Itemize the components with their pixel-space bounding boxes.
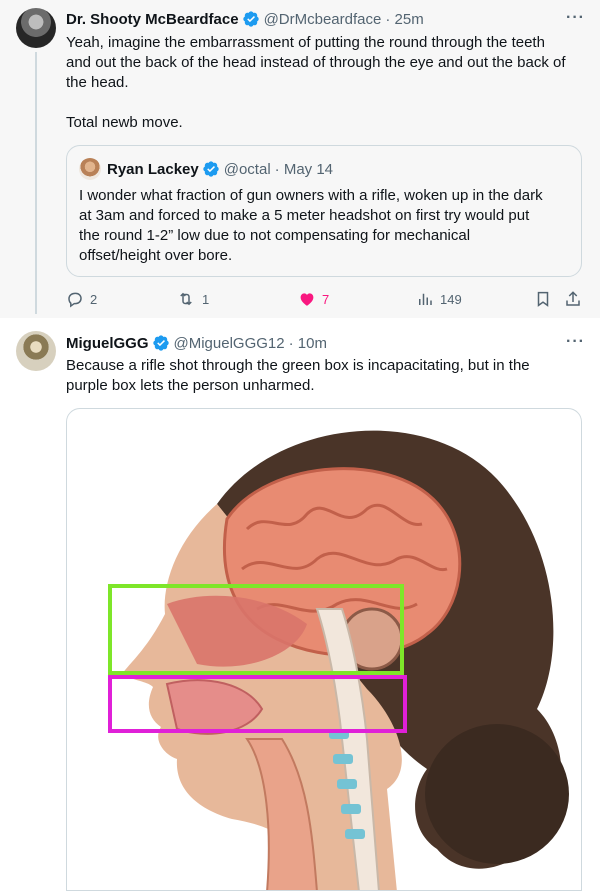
avatar[interactable] [16, 8, 56, 48]
like-button[interactable]: 7 [298, 288, 329, 310]
more-options-icon[interactable]: ··· [566, 9, 585, 27]
vertebra [337, 779, 357, 789]
reply-button[interactable]: 2 [66, 288, 97, 310]
author-handle[interactable]: @MiguelGGG12 [174, 335, 285, 352]
quote-header: Ryan Lackey @octal · May 14 [107, 160, 333, 178]
thread-line [35, 52, 37, 314]
attached-image[interactable] [66, 408, 582, 891]
anatomy-head-cross-section-image [108, 430, 569, 890]
timestamp[interactable]: · 25m [385, 11, 423, 28]
timestamp[interactable]: · 10m [289, 335, 327, 352]
views-button[interactable]: 149 [416, 288, 462, 310]
vertebra [341, 804, 361, 814]
bookmark-button[interactable] [534, 288, 552, 310]
verified-badge-icon [242, 11, 259, 27]
author-name[interactable]: Dr. Shooty McBeardface [66, 11, 239, 28]
text-line: offset/height over bore. [79, 247, 233, 264]
text-line: at 3am and forced to make a 5 meter head… [79, 207, 530, 224]
text-line: Yeah, imagine the embarrassment of putti… [66, 34, 545, 51]
author-name[interactable]: MiguelGGG [66, 335, 149, 352]
text-line: Total newb move. [66, 114, 183, 131]
view-count: 149 [440, 291, 462, 307]
quote-author-name[interactable]: Ryan Lackey [107, 161, 199, 178]
more-options-icon[interactable]: ··· [566, 333, 585, 351]
verified-badge-icon [203, 161, 219, 177]
text-line: and out the back of the head instead of … [66, 54, 566, 71]
text-line: the round 1-2” low due to not compensati… [79, 227, 471, 244]
share-icon [566, 291, 580, 306]
repost-count: 1 [202, 291, 210, 307]
quoted-tweet[interactable]: Ryan Lackey @octal · May 14 I wonder wha… [66, 145, 582, 277]
text-line: the head. [66, 74, 129, 91]
heart-icon [300, 293, 314, 306]
vertebra [345, 829, 365, 839]
action-bar: 2 1 7 149 [66, 288, 586, 310]
quote-author-handle[interactable]: @octal [224, 161, 271, 178]
text-line: I wonder what fraction of gun owners wit… [79, 187, 543, 204]
hair-bun [425, 724, 569, 864]
tweet-dr-shooty[interactable]: Dr. Shooty McBeardface @DrMcbeardface · … [0, 0, 600, 318]
verified-badge-icon [152, 335, 169, 351]
vertebra [333, 754, 353, 764]
like-count: 7 [322, 291, 330, 307]
text-line: Because a rifle shot through the green b… [66, 357, 530, 374]
repost-button[interactable]: 1 [176, 288, 209, 310]
quote-timestamp[interactable]: · May 14 [275, 161, 333, 178]
avatar[interactable] [16, 331, 56, 371]
tweet-header: Dr. Shooty McBeardface @DrMcbeardface · … [66, 10, 424, 28]
author-handle[interactable]: @DrMcbeardface [264, 11, 382, 28]
reply-icon [68, 292, 82, 308]
repost-icon [180, 292, 192, 306]
tweet-header: MiguelGGG @MiguelGGG12 · 10m [66, 334, 327, 352]
text-line: purple box lets the person unharmed. [66, 377, 315, 394]
bookmark-icon [537, 291, 549, 307]
views-chart-icon [419, 293, 432, 305]
share-button[interactable] [564, 288, 582, 310]
reply-count: 2 [90, 291, 98, 307]
avatar[interactable] [79, 158, 101, 180]
